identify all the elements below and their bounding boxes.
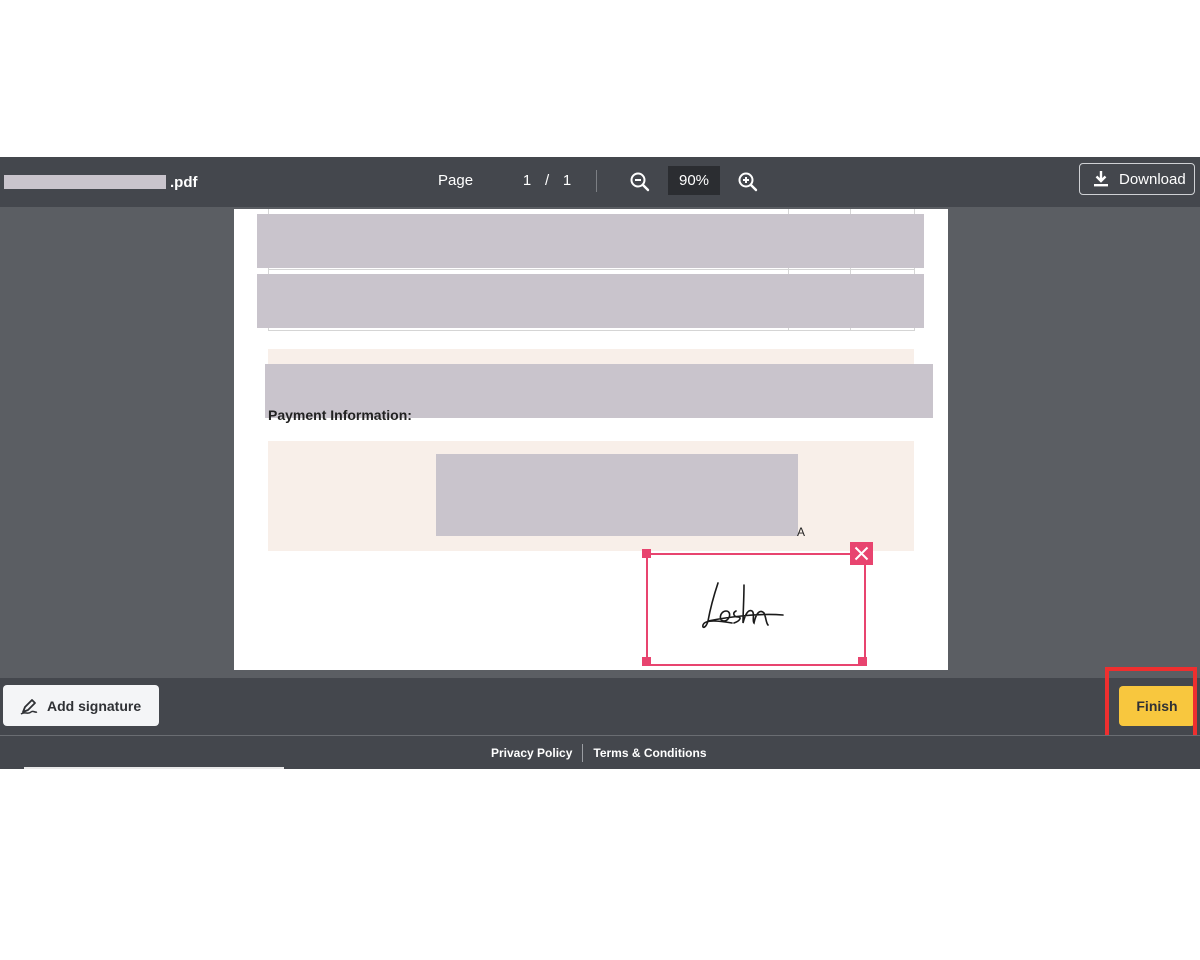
- redacted-filename: [4, 175, 166, 189]
- current-page[interactable]: 1: [517, 172, 537, 189]
- payment-information-heading: Payment Information:: [268, 407, 412, 423]
- redacted-row: [257, 214, 924, 268]
- remove-signature-button[interactable]: [850, 542, 873, 565]
- download-icon: [1094, 171, 1108, 187]
- page-label: Page: [438, 172, 474, 189]
- table-border: [268, 269, 914, 270]
- footer-divider: [582, 744, 584, 762]
- top-toolbar: .pdf Page 1 / 1 90% Download: [0, 157, 1200, 207]
- terms-conditions-link[interactable]: Terms & Conditions: [593, 746, 706, 760]
- privacy-policy-link[interactable]: Privacy Policy: [491, 746, 572, 760]
- download-label: Download: [1119, 170, 1186, 188]
- resize-handle[interactable]: [642, 549, 651, 558]
- signature-box[interactable]: [646, 553, 866, 666]
- table-border: [268, 330, 914, 331]
- signature-image: [702, 582, 784, 629]
- bottom-action-bar: Add signature Finish: [0, 678, 1200, 735]
- redacted-row: [257, 274, 924, 328]
- file-name: .pdf: [4, 172, 198, 192]
- page-indicator: Page 1 / 1: [438, 172, 577, 189]
- zoom-out-icon[interactable]: [628, 170, 652, 194]
- pen-signature-icon: [20, 698, 38, 715]
- zoom-in-icon[interactable]: [736, 170, 760, 194]
- close-icon: [854, 546, 869, 561]
- footer: Privacy Policy Terms & Conditions: [0, 735, 1200, 769]
- redacted-payment-details: [436, 454, 798, 536]
- page-separator: /: [544, 172, 550, 189]
- pdf-signing-app: .pdf Page 1 / 1 90% Download Payment Inf…: [0, 157, 1200, 769]
- add-signature-label: Add signature: [47, 697, 142, 714]
- download-button[interactable]: Download: [1079, 163, 1195, 195]
- zoom-level[interactable]: 90%: [668, 166, 720, 195]
- finish-highlight: [1105, 667, 1197, 742]
- resize-handle[interactable]: [642, 657, 651, 666]
- payment-detail-fragment: A: [797, 525, 806, 539]
- add-signature-button[interactable]: Add signature: [3, 685, 159, 726]
- toolbar-divider: [596, 170, 597, 192]
- file-extension: .pdf: [170, 173, 198, 191]
- resize-handle[interactable]: [858, 657, 867, 666]
- footer-strip: [24, 767, 284, 769]
- total-pages: 1: [562, 172, 572, 189]
- pdf-page: Payment Information: A: [234, 209, 948, 670]
